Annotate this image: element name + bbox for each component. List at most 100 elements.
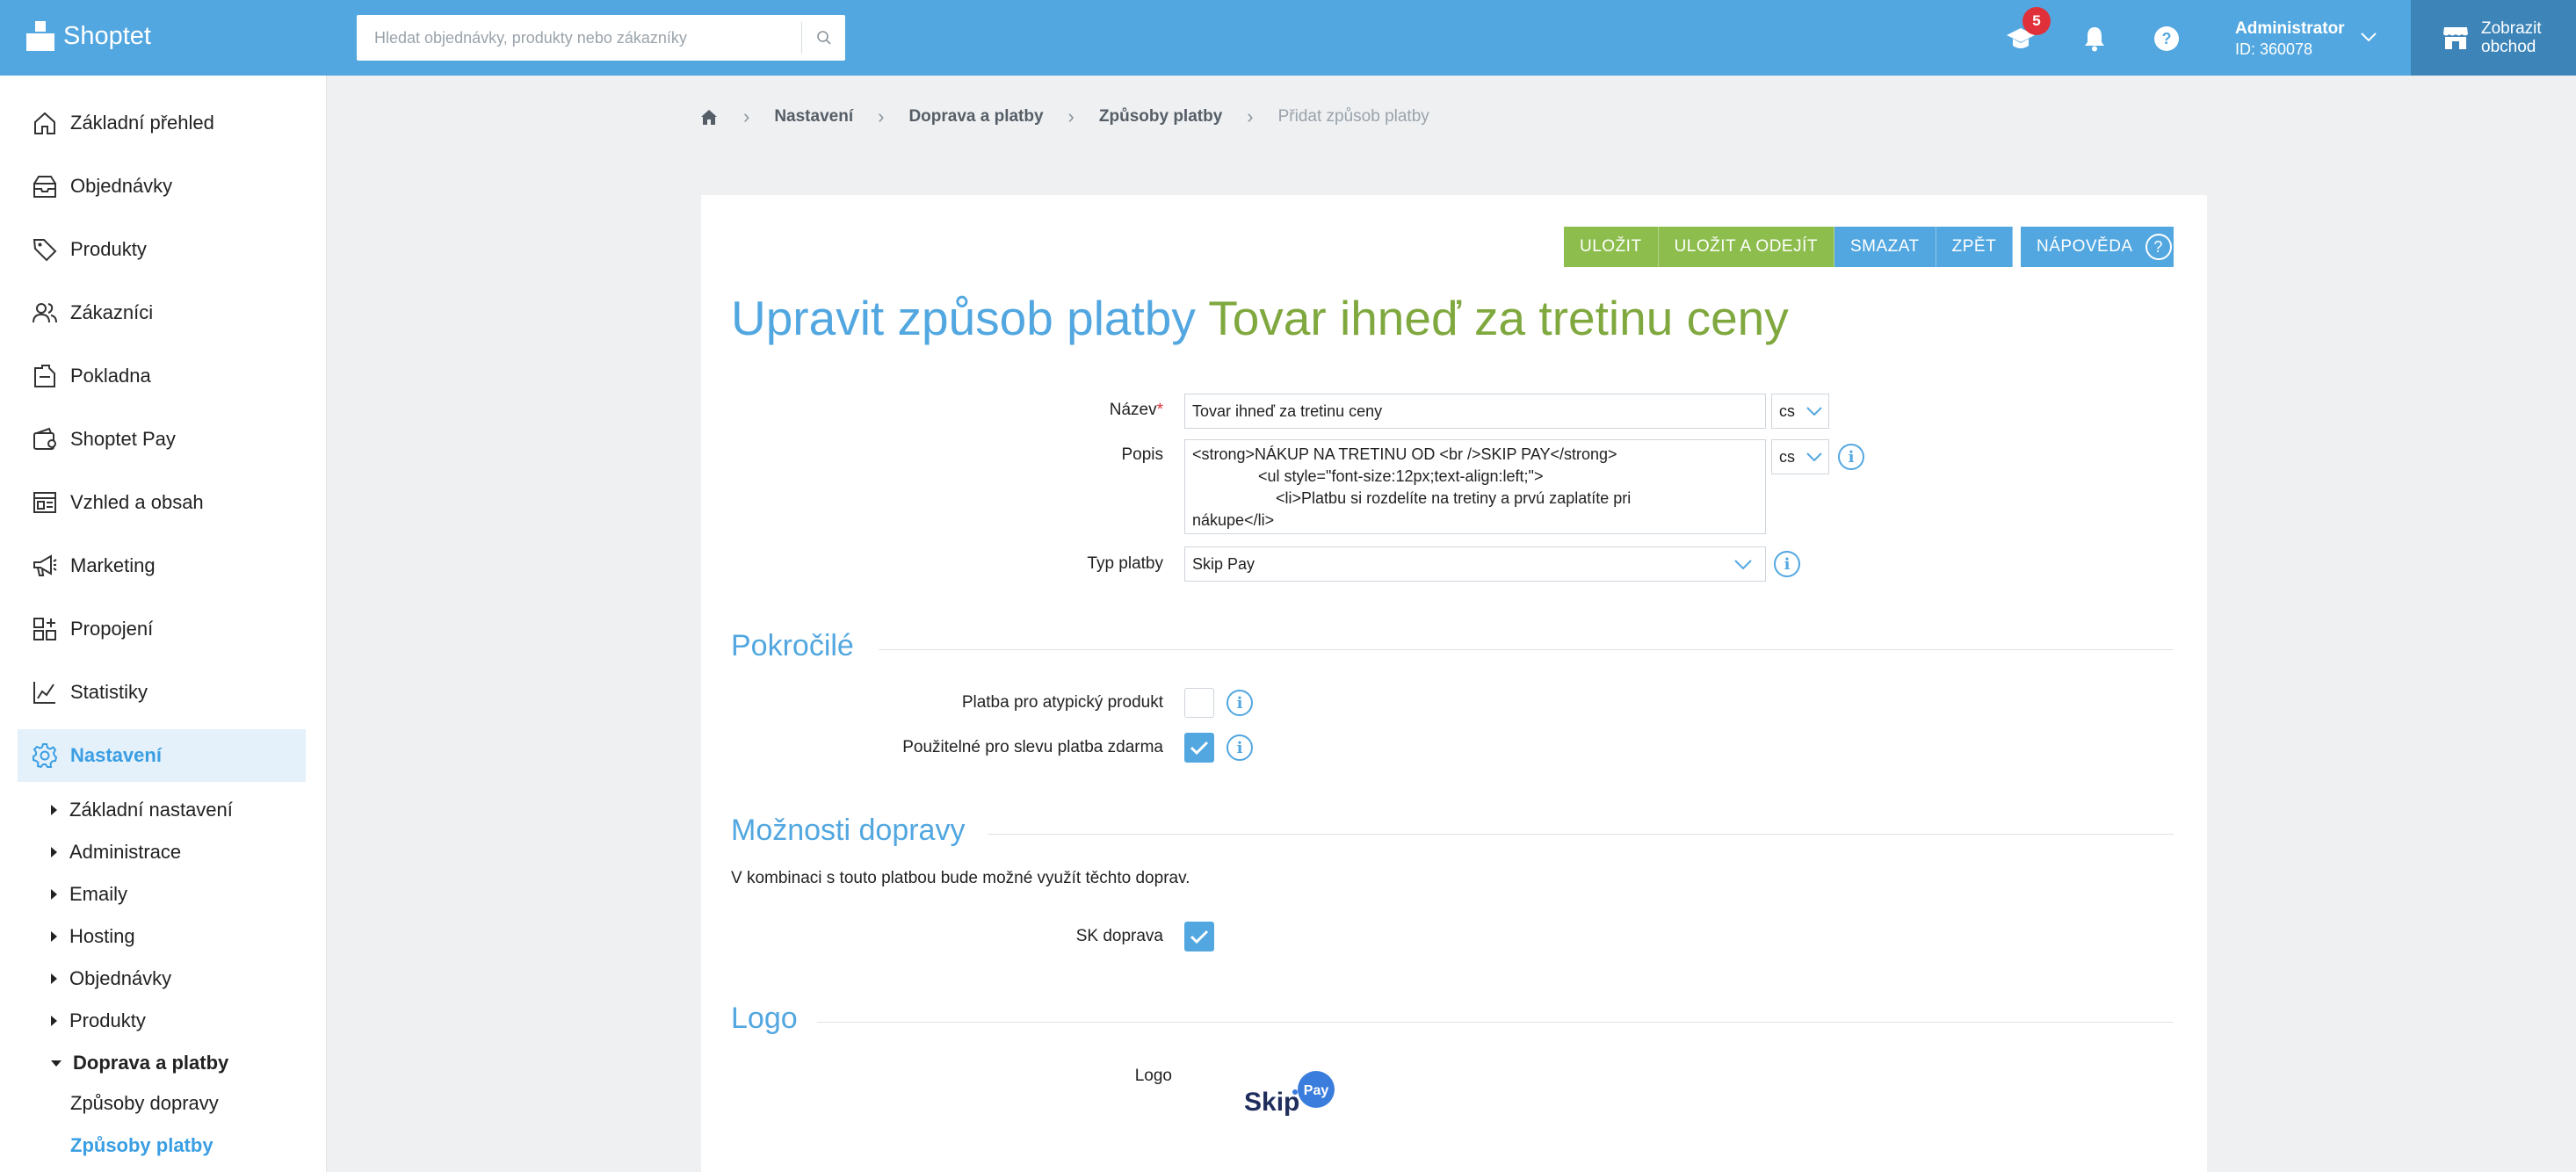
shoptet-logo[interactable]: Shoptet <box>26 21 151 51</box>
caret-right-icon <box>51 847 57 857</box>
payment-type-label: Typ platby <box>1087 554 1163 573</box>
breadcrumb: › Nastavení › Doprava a platby › Způsoby… <box>699 105 1429 128</box>
sidebar-sub-products[interactable]: Produkty <box>51 1008 146 1034</box>
name-input[interactable]: Tovar ihneď za tretinu ceny <box>1184 394 1766 429</box>
section-advanced-title: Pokročilé <box>731 629 854 662</box>
atypical-product-info-icon[interactable]: i <box>1226 690 1253 716</box>
sidebar-item-overview[interactable]: Základní přehled <box>18 97 306 149</box>
shipping-option-checkbox[interactable] <box>1184 922 1214 951</box>
free-payment-checkbox[interactable] <box>1184 733 1214 763</box>
search-box <box>357 15 845 61</box>
description-language-select[interactable]: cs <box>1771 439 1829 474</box>
page-title-name: Tovar ihneď za tretinu ceny <box>1208 291 1789 345</box>
caret-right-icon <box>51 1016 57 1026</box>
sidebar-sub-label: Produkty <box>69 1009 146 1031</box>
sidebar-item-pos[interactable]: Pokladna <box>18 350 306 402</box>
sidebar-item-marketing[interactable]: Marketing <box>18 539 306 592</box>
view-shop-line2: obchod <box>2481 38 2536 56</box>
sidebar-sub-basic-settings[interactable]: Základní nastavení <box>51 797 233 823</box>
sidebar-item-label: Marketing <box>70 554 156 576</box>
sidebar-sub-emails[interactable]: Emaily <box>51 881 127 908</box>
action-buttons: ULOŽIT ULOŽIT A ODEJÍT SMAZAT ZPĚT <box>1564 227 2014 267</box>
shipping-option-label: SK doprava <box>1075 927 1163 945</box>
language-value: cs <box>1779 447 1795 466</box>
chevron-down-icon <box>1806 452 1822 462</box>
gear-icon <box>30 741 60 770</box>
sidebar-item-shoptet-pay[interactable]: Shoptet Pay <box>18 413 306 466</box>
checkmark-icon <box>1190 930 1209 944</box>
question-icon: ? <box>2154 26 2179 51</box>
checkmark-icon <box>1190 741 1209 756</box>
breadcrumb-payment-methods[interactable]: Způsoby platby <box>1099 107 1222 127</box>
free-payment-info-icon[interactable]: i <box>1226 734 1253 761</box>
search-button[interactable] <box>801 22 845 54</box>
notification-badge: 5 <box>2022 7 2051 35</box>
chevron-down-icon[interactable] <box>2358 26 2379 47</box>
back-button[interactable]: ZPĚT <box>1936 227 2014 267</box>
name-language-select[interactable]: cs <box>1771 394 1829 429</box>
view-shop-line1: Zobrazit <box>2481 19 2542 38</box>
save-button[interactable]: ULOŽIT <box>1564 227 1659 267</box>
sidebar-item-label: Statistiky <box>70 681 148 703</box>
help-button[interactable]: NÁPOVĚDA ? <box>2021 227 2174 267</box>
sidebar-item-label: Nastavení <box>70 744 162 766</box>
breadcrumb-shipping-payments[interactable]: Doprava a platby <box>908 107 1043 127</box>
sidebar-item-label: Zákazníci <box>70 301 154 323</box>
payment-type-value: Skip Pay <box>1192 554 1255 573</box>
description-textarea[interactable]: <strong>NÁKUP NA TRETINU OD <br />SKIP P… <box>1184 439 1766 534</box>
sidebar-sub-hosting[interactable]: Hosting <box>51 923 135 950</box>
name-label: Název* <box>1002 401 1163 420</box>
caret-right-icon <box>51 889 57 900</box>
sidebar-sub-administration[interactable]: Administrace <box>51 839 181 865</box>
sidebar-sub-shipping-payments[interactable]: Doprava a platby <box>51 1050 228 1076</box>
sidebar-sub-label: Doprava a platby <box>73 1052 229 1074</box>
sidebar-item-customers[interactable]: Zákazníci <box>18 286 306 339</box>
sidebar-item-appearance[interactable]: Vzhled a obsah <box>18 476 306 529</box>
sidebar-item-orders[interactable]: Objednávky <box>18 160 306 213</box>
payment-type-info-icon[interactable]: i <box>1774 551 1800 577</box>
user-name: Administrator <box>2235 19 2345 38</box>
sidebar-sub-orders[interactable]: Objednávky <box>51 966 171 992</box>
delete-button[interactable]: SMAZAT <box>1834 227 1936 267</box>
language-value: cs <box>1779 402 1795 420</box>
sidebar-item-statistics[interactable]: Statistiky <box>18 666 306 719</box>
search-input[interactable] <box>357 15 787 61</box>
payment-type-select[interactable]: Skip Pay <box>1184 546 1766 582</box>
view-shop-button[interactable]: Zobrazit obchod <box>2411 0 2576 76</box>
home-icon[interactable] <box>699 107 719 127</box>
sidebar-item-label: Produkty <box>70 238 147 260</box>
user-id: ID: 360078 <box>2235 40 2313 58</box>
user-menu[interactable]: Administrator ID: 360078 <box>2235 19 2345 59</box>
breadcrumb-settings[interactable]: Nastavení <box>774 107 853 127</box>
logo-main-text: Skip <box>1244 1088 1299 1116</box>
save-exit-button[interactable]: ULOŽIT A ODEJÍT <box>1658 227 1834 267</box>
caret-right-icon <box>51 931 57 942</box>
apps-icon <box>30 614 60 644</box>
help-button-top[interactable]: ? <box>2151 23 2182 54</box>
sidebar-item-products[interactable]: Produkty <box>18 223 306 276</box>
section-divider <box>817 1022 2174 1023</box>
shipping-description: V kombinaci s touto platbou bude možné v… <box>731 869 1190 887</box>
tag-icon <box>30 235 60 264</box>
home-icon <box>30 108 60 138</box>
search-icon <box>816 31 831 45</box>
breadcrumb-separator: › <box>1247 105 1254 127</box>
sidebar-item-settings[interactable]: Nastavení <box>18 729 306 782</box>
description-label: Popis <box>1121 445 1163 464</box>
page-title-prefix: Upravit způsob platby <box>731 291 1196 345</box>
register-icon <box>30 361 60 391</box>
description-info-icon[interactable]: i <box>1838 444 1864 470</box>
wallet-icon <box>30 424 60 454</box>
breadcrumb-separator: › <box>743 105 750 127</box>
sidebar-item-label: Vzhled a obsah <box>70 491 204 513</box>
sidebar-leaf-payment-methods[interactable]: Způsoby platby <box>70 1134 213 1157</box>
sidebar-leaf-shipping-methods[interactable]: Způsoby dopravy <box>70 1092 219 1115</box>
sidebar-item-label: Pokladna <box>70 365 151 387</box>
app-name: Shoptet <box>63 21 151 50</box>
sidebar-item-integrations[interactable]: Propojení <box>18 603 306 655</box>
inbox-icon <box>30 171 60 201</box>
notifications-button[interactable] <box>2079 23 2110 54</box>
atypical-product-checkbox[interactable] <box>1184 688 1214 718</box>
breadcrumb-separator: › <box>878 105 885 127</box>
section-logo-title: Logo <box>731 1002 798 1035</box>
